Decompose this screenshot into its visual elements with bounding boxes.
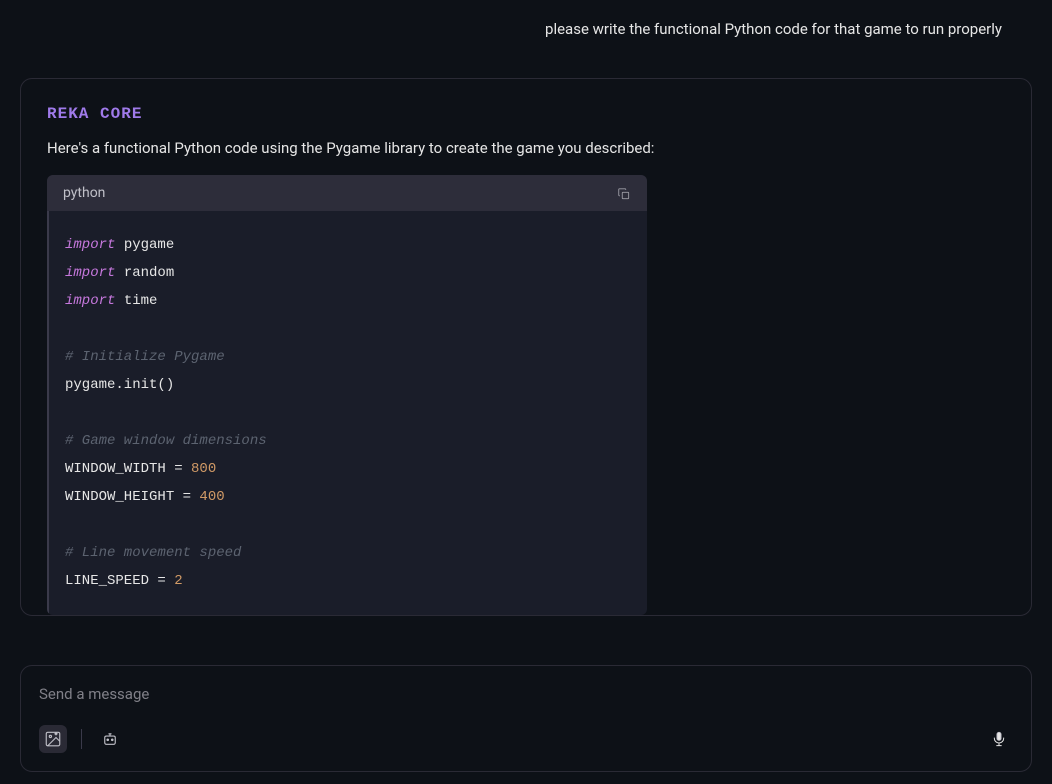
code-token: # Line movement speed <box>65 545 241 561</box>
code-language-label: python <box>63 185 105 201</box>
code-token: import <box>65 237 115 253</box>
code-token: 400 <box>199 489 224 505</box>
user-message-text: please write the functional Python code … <box>545 20 1002 38</box>
input-area <box>20 665 1032 772</box>
code-token: time <box>115 293 157 309</box>
code-content: import pygame import random import time … <box>47 211 647 615</box>
code-token: 2 <box>174 573 182 589</box>
message-input[interactable] <box>39 685 1013 703</box>
microphone-icon[interactable] <box>985 725 1013 753</box>
code-header: python <box>47 175 647 211</box>
assistant-message: REKA CORE Here's a functional Python cod… <box>20 78 1032 616</box>
model-name-label: REKA CORE <box>47 105 1005 123</box>
code-token: pygame.init() <box>65 377 174 393</box>
code-token: # Game window dimensions <box>65 433 267 449</box>
code-token: WINDOW_HEIGHT = <box>65 489 199 505</box>
code-token: 800 <box>191 461 216 477</box>
code-token: random <box>115 265 174 281</box>
assistant-intro-text: Here's a functional Python code using th… <box>47 139 1005 157</box>
input-toolbar <box>39 725 1013 753</box>
code-token: LINE_SPEED = <box>65 573 174 589</box>
code-token: import <box>65 265 115 281</box>
code-token: import <box>65 293 115 309</box>
attach-image-icon[interactable] <box>39 725 67 753</box>
code-token: pygame <box>115 237 174 253</box>
code-token: # Initialize Pygame <box>65 349 225 365</box>
copy-icon[interactable] <box>617 186 631 200</box>
toolbar-divider <box>81 729 82 749</box>
robot-icon[interactable] <box>96 725 124 753</box>
code-block: python import pygame import random impor… <box>47 175 647 615</box>
code-token: WINDOW_WIDTH = <box>65 461 191 477</box>
toolbar-left <box>39 725 124 753</box>
user-message: please write the functional Python code … <box>0 0 1052 58</box>
